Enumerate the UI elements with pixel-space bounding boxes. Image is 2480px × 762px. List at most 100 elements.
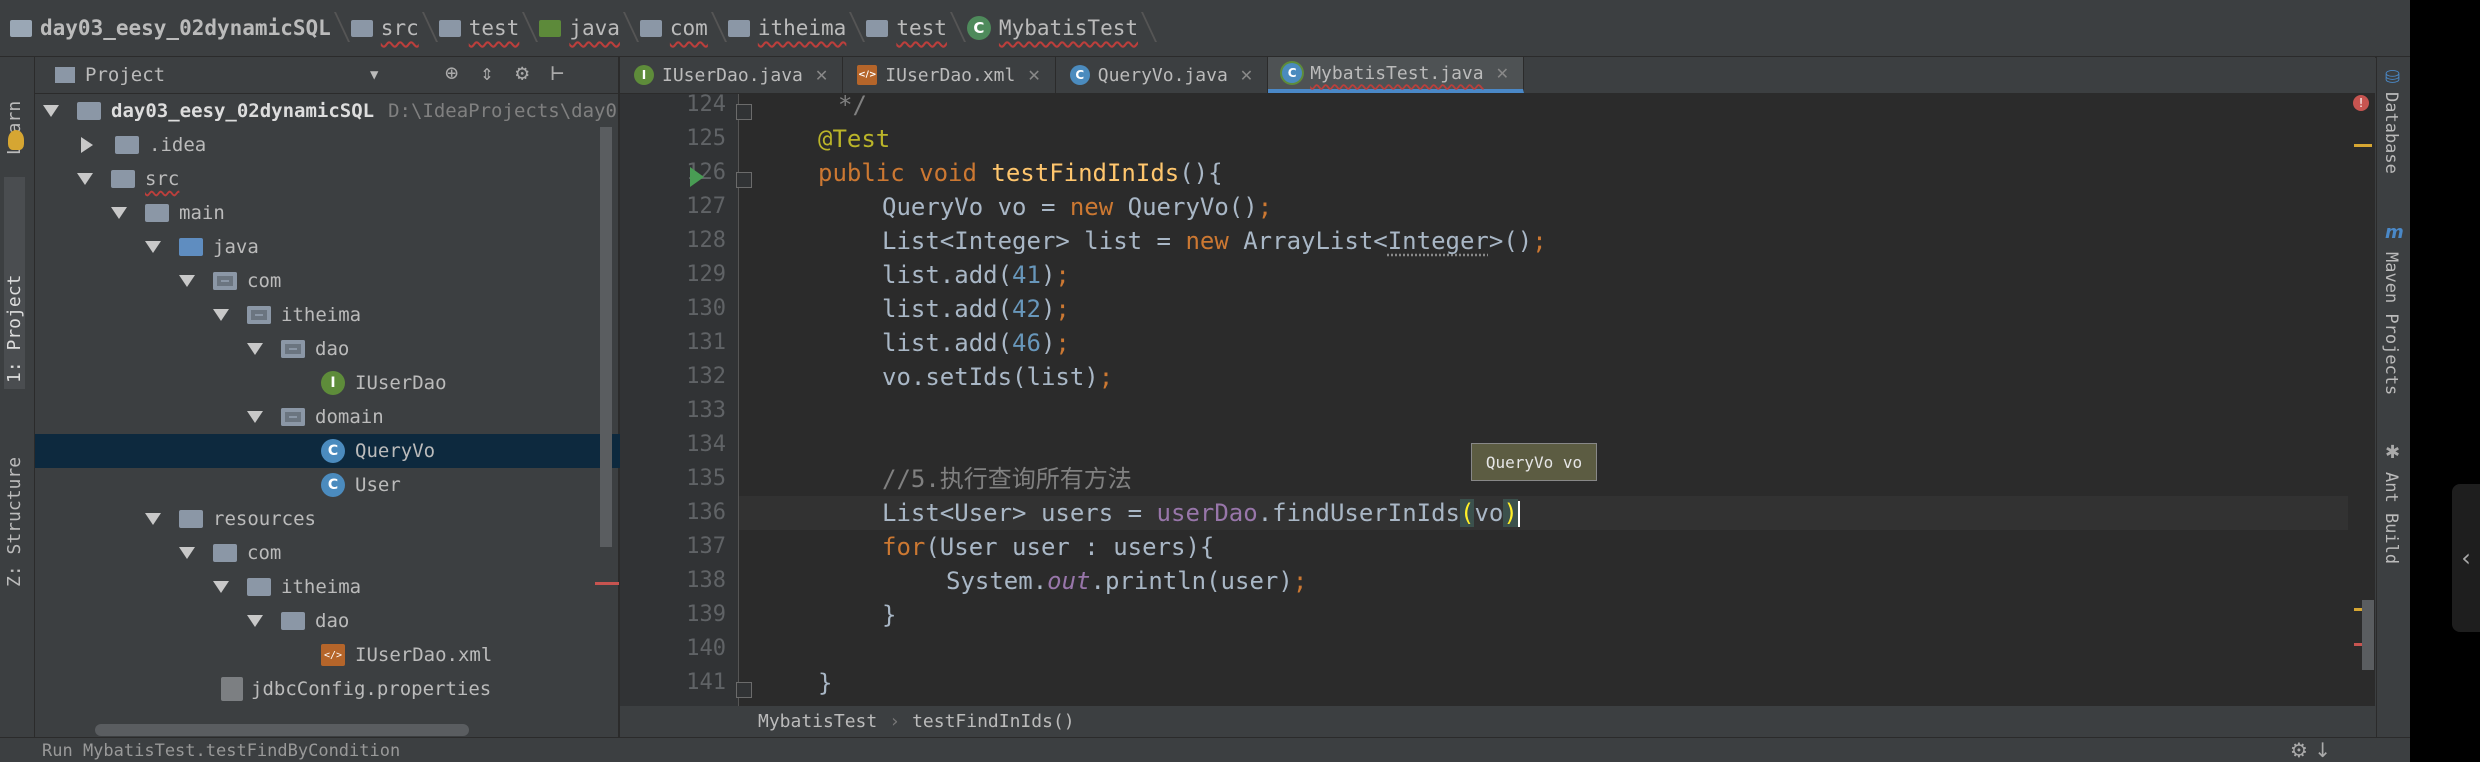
folder-icon [281, 612, 305, 630]
package-icon [639, 19, 662, 37]
error-indicator-icon[interactable]: ! [2353, 95, 2369, 111]
xml-file-icon: </> [321, 644, 345, 666]
breadcrumb-item-project[interactable]: day03_eesy_02dynamicSQL [0, 0, 341, 56]
expand-arrow-icon[interactable] [247, 615, 263, 627]
xml-file-icon: </> [857, 65, 878, 85]
run-status-text[interactable]: Run MybatisTest.testFindByCondition [42, 741, 400, 761]
expand-arrow-icon[interactable] [145, 241, 161, 253]
tool-tab-structure[interactable]: Z: Structure [4, 417, 25, 587]
breadcrumb-item-src[interactable]: src [341, 0, 429, 56]
tree-label: src [145, 168, 180, 190]
tree-item-idea[interactable]: .idea [35, 128, 660, 162]
collapse-arrow-icon[interactable] [81, 137, 93, 153]
line-number: 139 [686, 602, 726, 627]
folder-icon [247, 578, 271, 596]
breadcrumb-label: day03_eesy_02dynamicSQL [40, 16, 331, 40]
close-icon[interactable]: ✕ [1027, 66, 1040, 85]
line-number: 141 [686, 670, 726, 695]
breadcrumb-method[interactable]: testFindInIds() [912, 711, 1075, 732]
class-icon: C [321, 473, 345, 497]
fold-marker-icon[interactable] [736, 104, 752, 120]
gear-icon[interactable]: ⚙ ↓ [2290, 738, 2331, 762]
warning-marker[interactable] [2354, 144, 2372, 147]
hide-panel-icon[interactable]: ⊢ [551, 61, 564, 86]
line-number: 127 [686, 194, 726, 219]
close-icon[interactable]: ✕ [1240, 66, 1253, 85]
status-bar: Run MybatisTest.testFindByCondition ⚙ ↓ [0, 737, 2410, 762]
breadcrumb-item-test-pkg[interactable]: test [856, 0, 957, 56]
interface-icon: I [321, 371, 345, 395]
tree-item-main[interactable]: main [35, 196, 694, 230]
folder-icon [145, 204, 169, 222]
tool-tab-project[interactable]: 1: Project [4, 177, 25, 389]
tab-label: QueryVo.java [1097, 64, 1228, 86]
tree-horizontal-scrollbar[interactable] [95, 724, 469, 736]
fold-marker-icon[interactable] [736, 682, 752, 698]
code-line-126: public void testFindInIds(){ [818, 159, 1223, 187]
breadcrumb-item-test[interactable]: test [429, 0, 530, 56]
collapse-all-icon[interactable]: ⇕ [480, 61, 493, 86]
scroll-from-source-icon[interactable]: ⊕ [445, 61, 458, 86]
breadcrumb-label: com [669, 16, 708, 40]
expand-arrow-icon[interactable] [111, 207, 127, 219]
package-icon [247, 306, 271, 324]
tool-tab-maven[interactable]: Maven Projects [2381, 252, 2401, 395]
fold-marker-icon[interactable] [736, 172, 752, 188]
project-view-icon [55, 67, 75, 83]
tree-item-src[interactable]: src [35, 162, 660, 196]
editor-vertical-scrollbar[interactable] [2362, 600, 2374, 670]
test-class-icon: C [1282, 63, 1303, 83]
breadcrumb-item-class[interactable]: C MybatisTest [957, 0, 1148, 56]
breadcrumb-class[interactable]: MybatisTest [758, 711, 877, 732]
run-test-icon[interactable] [690, 167, 704, 187]
class-icon: C [321, 439, 345, 463]
breadcrumb-item-com[interactable]: com [630, 0, 718, 56]
expand-arrow-icon[interactable] [179, 547, 195, 559]
expand-arrow-icon[interactable] [179, 275, 195, 287]
properties-file-icon [221, 677, 243, 701]
tab-mybatistest-java[interactable]: C MybatisTest.java ✕ [1268, 57, 1524, 93]
right-tool-strip: ⛁ Database m Maven Projects ✱ Ant Build [2376, 57, 2410, 762]
expand-arrow-icon[interactable] [43, 105, 59, 117]
interface-icon: I [634, 65, 654, 85]
project-toolbar: ⊕ ⇕ ⚙ ⊢ [445, 61, 564, 86]
tree-label: dao [315, 338, 350, 360]
breadcrumb-label: java [569, 16, 620, 40]
tree-vertical-scrollbar[interactable] [600, 127, 612, 547]
expand-arrow-icon[interactable] [247, 411, 263, 423]
tool-tab-database[interactable]: Database [2381, 92, 2401, 174]
breadcrumb-item-itheima[interactable]: itheima [718, 0, 857, 56]
project-view-selector[interactable]: Project [85, 64, 165, 86]
tree-label: itheima [281, 304, 362, 326]
breadcrumb-label: itheima [757, 16, 847, 40]
expand-arrow-icon[interactable] [213, 309, 229, 321]
chevron-left-icon[interactable]: ‹ [2452, 484, 2480, 632]
tab-iuserdao-java[interactable]: I IUserDao.java ✕ [620, 57, 844, 93]
tab-label: IUserDao.java [662, 64, 803, 86]
module-folder-icon [10, 19, 32, 37]
expand-arrow-icon[interactable] [247, 343, 263, 355]
line-number: 138 [686, 568, 726, 593]
tab-iuserdao-xml[interactable]: </> IUserDao.xml ✕ [843, 57, 1056, 93]
code-editor[interactable]: 124 125 126 127 128 129 130 131 132 133 … [620, 94, 2375, 706]
tool-tab-ant-build[interactable]: Ant Build [2381, 472, 2401, 564]
breadcrumb-item-java[interactable]: java [529, 0, 630, 56]
expand-arrow-icon[interactable] [145, 513, 161, 525]
folder-icon [213, 544, 237, 562]
error-marker[interactable] [595, 582, 619, 585]
close-icon[interactable]: ✕ [815, 66, 828, 85]
code-line-136: List<User> users = userDao.findUserInIds… [882, 499, 1520, 527]
expand-arrow-icon[interactable] [213, 581, 229, 593]
tree-item-root[interactable]: day03_eesy_02dynamicSQL D:\IdeaProjects\… [35, 94, 626, 128]
code-line-131: list.add(46); [882, 329, 1070, 357]
code-line-139: } [882, 601, 897, 629]
editor-tab-bar: I IUserDao.java ✕ </> IUserDao.xml ✕ C Q… [620, 57, 2375, 94]
close-icon[interactable]: ✕ [1496, 64, 1509, 83]
tree-label: itheima [281, 576, 362, 598]
settings-gear-icon[interactable]: ⚙ [516, 61, 529, 86]
expand-arrow-icon[interactable] [77, 173, 93, 185]
database-icon: ⛁ [2385, 67, 2401, 88]
chevron-down-icon[interactable]: ▼ [370, 67, 378, 83]
tab-queryvo-java[interactable]: C QueryVo.java ✕ [1056, 57, 1269, 93]
lightbulb-icon[interactable] [8, 130, 24, 150]
